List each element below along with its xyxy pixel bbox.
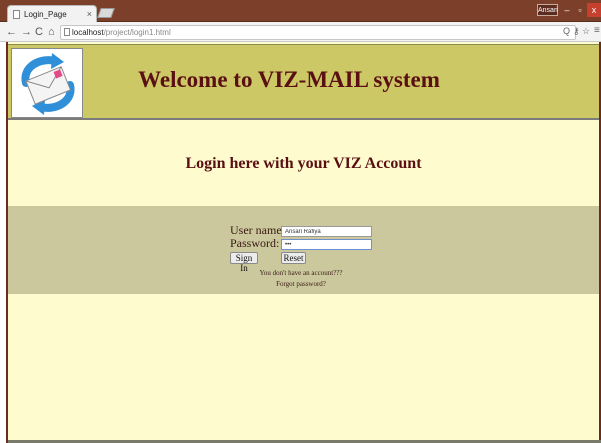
back-arrow-icon[interactable]: ← [6, 25, 17, 39]
page-favicon-icon [13, 10, 20, 19]
envelope-refresh-icon [11, 48, 83, 118]
minimize-button[interactable]: – [561, 3, 573, 17]
register-link[interactable]: You don't have an account??? [230, 269, 372, 277]
forward-arrow-icon[interactable]: → [21, 25, 32, 39]
tab-close-icon[interactable]: × [87, 9, 92, 19]
browser-titlebar: Login_Page × Ansari – ▫ x [0, 0, 601, 22]
site-header: Welcome to VIZ-MAIL system [8, 44, 599, 120]
forgot-password-link[interactable]: Forgot password? [230, 280, 372, 288]
key-icon[interactable]: ⚷ [573, 26, 580, 37]
url-path: /project/login1.html [103, 28, 171, 37]
site-title: Welcome to VIZ-MAIL system [138, 67, 440, 92]
maximize-button[interactable]: ▫ [574, 3, 586, 17]
new-tab-button[interactable] [97, 8, 115, 18]
tab-title: Login_Page [24, 10, 67, 19]
browser-tab[interactable]: Login_Page × [7, 5, 97, 22]
password-label: Password: [230, 236, 280, 250]
url-host: localhost [72, 28, 104, 37]
password-input[interactable] [281, 239, 372, 250]
page-icon [64, 28, 70, 36]
close-window-button[interactable]: x [587, 3, 601, 17]
login-form: User name: Password: Sign In Reset You d… [8, 206, 599, 294]
browser-toolbar: ← → C ⌂ localhost/project/login1.html Q … [0, 22, 601, 42]
menu-icon[interactable]: ≡ [594, 25, 600, 36]
reload-icon[interactable]: C [35, 25, 43, 39]
profile-badge[interactable]: Ansari [537, 4, 558, 16]
search-icon[interactable]: Q [563, 26, 570, 36]
star-icon[interactable]: ☆ [582, 26, 590, 37]
reset-button[interactable]: Reset [281, 252, 306, 264]
address-bar[interactable]: localhost/project/login1.html [60, 25, 576, 40]
login-heading: Login here with your VIZ Account [185, 155, 422, 172]
home-icon[interactable]: ⌂ [48, 25, 55, 39]
username-input[interactable] [281, 226, 372, 237]
sign-in-button[interactable]: Sign In [230, 252, 258, 273]
page-viewport: Welcome to VIZ-MAIL system Login here wi… [6, 42, 601, 443]
